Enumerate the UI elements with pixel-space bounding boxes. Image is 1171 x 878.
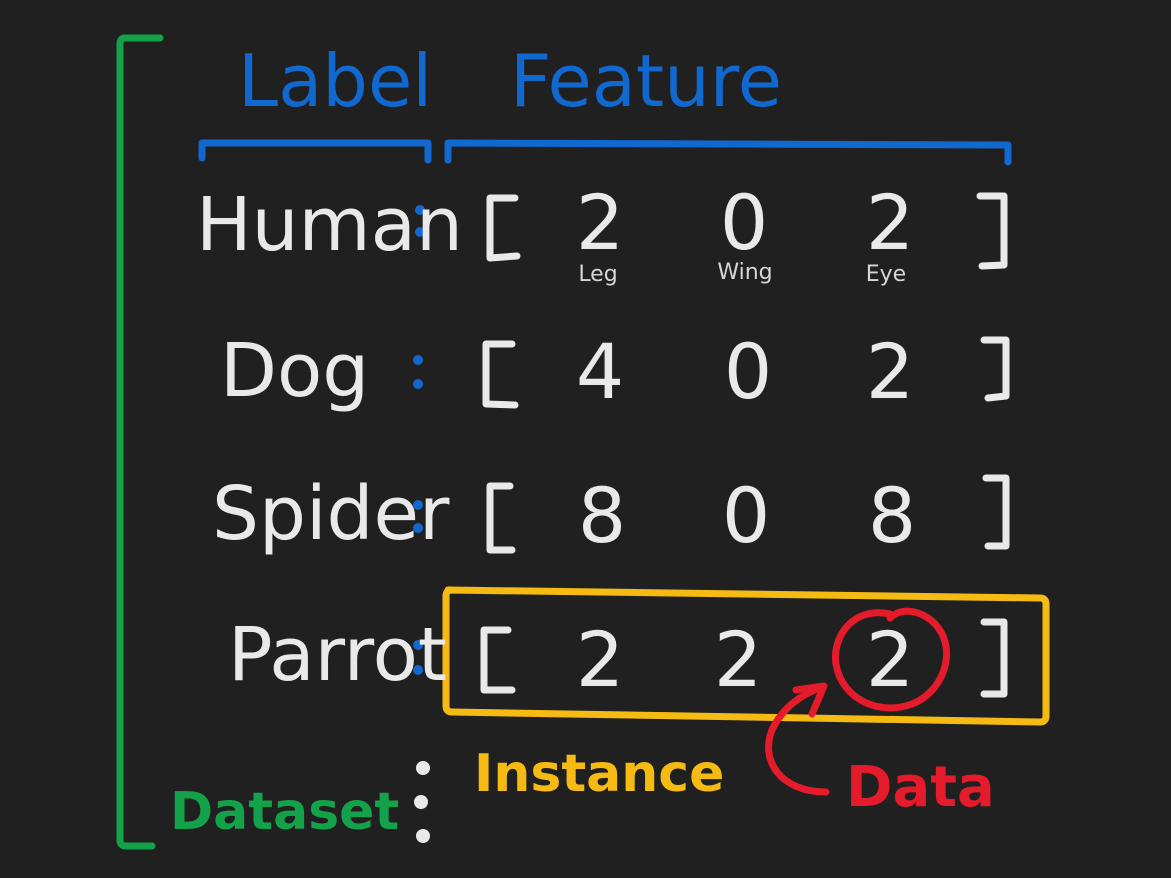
row-label-dog: Dog: [220, 334, 369, 408]
label-brace: [202, 143, 428, 160]
cell-dog-eye: 2: [850, 334, 930, 410]
cell-dog-wing: 0: [708, 334, 788, 410]
cell-human-wing: 0: [704, 185, 784, 261]
cell-parrot-wing: 2: [698, 622, 778, 698]
cell-dog-leg: 4: [560, 334, 640, 410]
label-header: Label: [238, 45, 432, 117]
dataset-diagram: Label Feature Human Dog Spider Parrot 2 …: [0, 0, 1171, 878]
feature-brace: [448, 143, 1008, 162]
cell-parrot-eye: 2: [850, 622, 930, 698]
cell-spider-wing: 0: [706, 478, 786, 554]
feature-name-eye: Eye: [846, 264, 926, 286]
cell-human-leg: 2: [560, 185, 640, 261]
row-colons: [413, 205, 425, 675]
feature-name-leg: Leg: [558, 264, 638, 286]
cell-spider-eye: 8: [852, 478, 932, 554]
instance-annotation: Instance: [474, 748, 724, 800]
feature-header: Feature: [510, 45, 782, 117]
row-label-parrot: Parrot: [228, 618, 447, 692]
row-label-human: Human: [196, 188, 463, 262]
cell-spider-leg: 8: [562, 478, 642, 554]
dataset-bracket: [120, 38, 160, 846]
dataset-annotation: Dataset: [170, 786, 399, 838]
data-annotation: Data: [846, 760, 995, 816]
more-rows-ellipsis: [414, 761, 430, 843]
cell-parrot-leg: 2: [560, 622, 640, 698]
feature-name-wing: Wing: [705, 262, 785, 284]
cell-human-eye: 2: [850, 185, 930, 261]
row-label-spider: Spider: [212, 477, 449, 551]
